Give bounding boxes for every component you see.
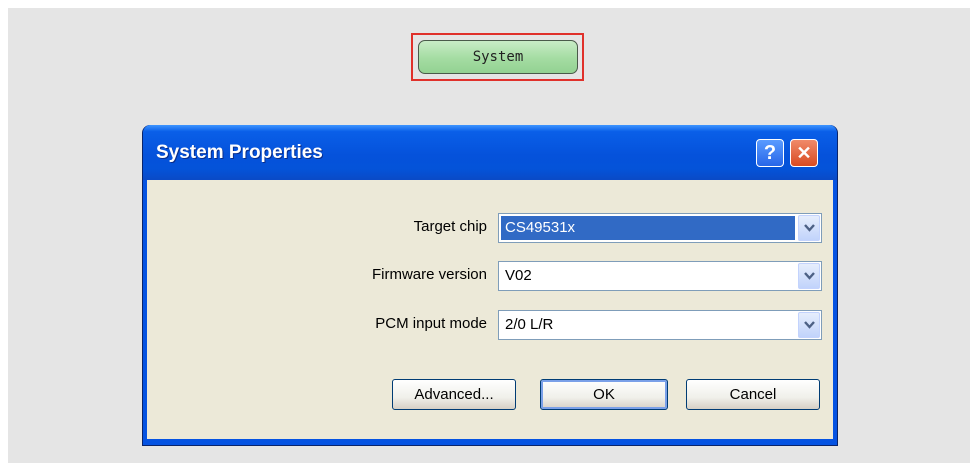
chevron-down-icon[interactable] bbox=[798, 263, 820, 289]
system-node-label: System bbox=[472, 49, 524, 65]
ok-button[interactable]: OK bbox=[540, 379, 668, 410]
pcm-input-mode-select[interactable]: 2/0 L/R bbox=[498, 310, 822, 340]
dialog-titlebar[interactable]: System Properties ? ✕ bbox=[143, 125, 837, 180]
firmware-version-value: V02 bbox=[505, 267, 532, 284]
cancel-button[interactable]: Cancel bbox=[686, 379, 820, 410]
firmware-version-select[interactable]: V02 bbox=[498, 261, 822, 291]
chevron-down-icon[interactable] bbox=[798, 312, 820, 338]
target-chip-label: Target chip bbox=[413, 218, 487, 235]
chevron-down-icon[interactable] bbox=[798, 215, 820, 241]
close-button[interactable]: ✕ bbox=[790, 139, 818, 167]
dialog-title: System Properties bbox=[156, 142, 323, 163]
system-properties-dialog: System Properties ? ✕ Target chip CS4953… bbox=[142, 125, 838, 446]
target-chip-select[interactable]: CS49531x bbox=[498, 213, 822, 243]
advanced-button[interactable]: Advanced... bbox=[392, 379, 516, 410]
help-button[interactable]: ? bbox=[756, 139, 784, 167]
firmware-version-label: Firmware version bbox=[371, 266, 487, 283]
system-node[interactable]: System bbox=[418, 40, 578, 74]
help-icon: ? bbox=[763, 141, 777, 164]
close-icon: ✕ bbox=[796, 142, 812, 163]
pcm-input-mode-label: PCM input mode bbox=[375, 315, 487, 332]
target-chip-value: CS49531x bbox=[501, 216, 795, 240]
pcm-input-mode-value: 2/0 L/R bbox=[505, 316, 554, 333]
